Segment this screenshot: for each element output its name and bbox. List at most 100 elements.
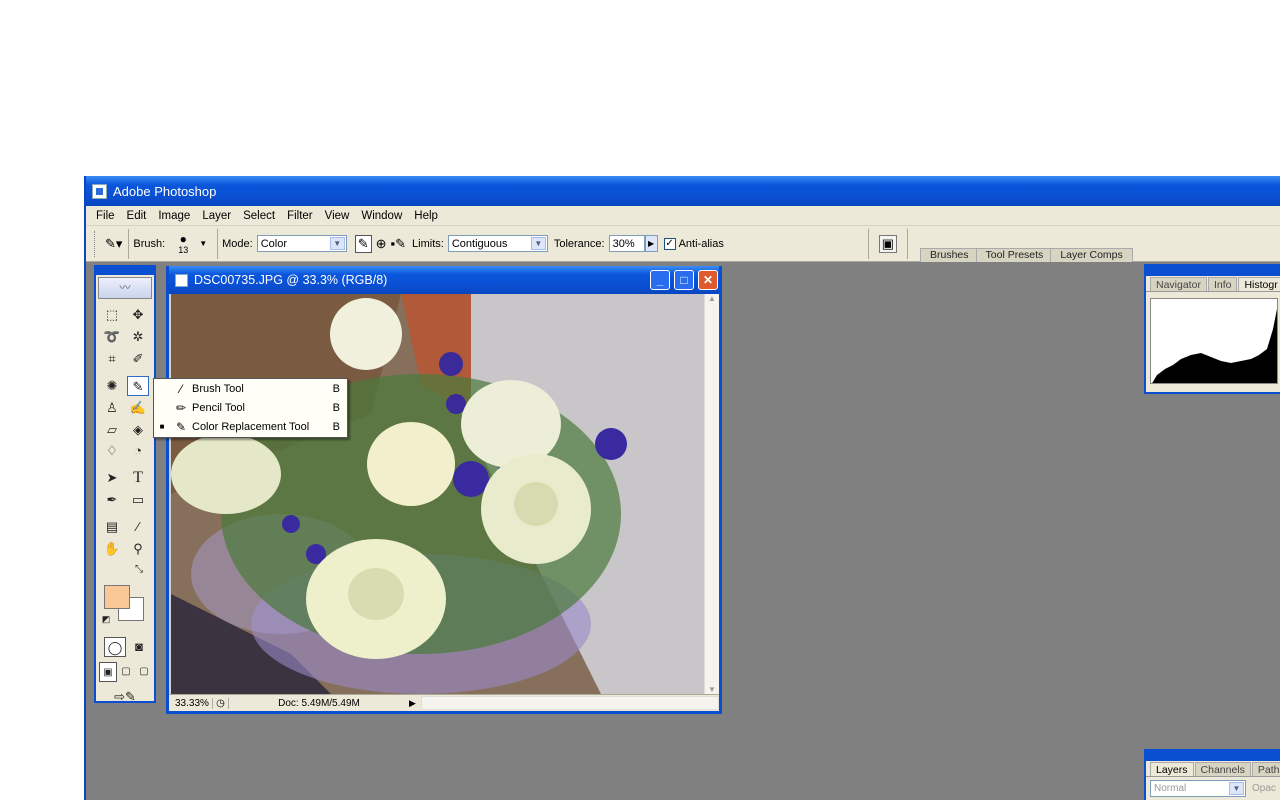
maximize-button[interactable]: □ (674, 270, 694, 290)
flyout-item-pencil-tool[interactable]: ✏ Pencil Tool B (154, 398, 347, 417)
doc-size-info: Doc: 5.49M/5.49M (278, 697, 360, 709)
blend-mode-select[interactable]: Normal ▼ (1150, 780, 1246, 797)
menubar: File Edit Image Layer Select Filter View… (86, 206, 1280, 226)
paint-bucket-tool-icon[interactable]: ◈ (127, 420, 149, 440)
image-canvas[interactable] (171, 294, 704, 694)
document-titlebar[interactable]: DSC00735.JPG @ 33.3% (RGB/8) _ □ ✕ (169, 266, 719, 294)
tab-paths[interactable]: Paths (1251, 762, 1280, 776)
healing-brush-tool-icon[interactable]: ✺ (101, 376, 123, 396)
limits-label: Limits: (412, 237, 444, 250)
menu-view[interactable]: View (319, 210, 356, 222)
tab-channels[interactable]: Channels (1194, 762, 1251, 776)
slice-tool-icon[interactable]: ✐ (127, 349, 149, 369)
screen-mode-standard-icon[interactable]: ▣ (99, 662, 117, 682)
options-grip[interactable] (94, 230, 97, 257)
brush-picker[interactable]: ● 13 (173, 233, 193, 255)
clone-stamp-tool-icon[interactable]: ♙ (101, 398, 123, 418)
scroll-down-icon[interactable]: ▼ (705, 685, 719, 694)
standard-mode-icon[interactable]: ◯ (104, 637, 126, 657)
hand-tool-icon[interactable]: ✋ (101, 539, 123, 559)
sampling-once-icon[interactable]: ⊕ (376, 236, 387, 252)
panel-tabs: Navigator Info Histogr (1146, 276, 1280, 292)
photoshop-app-icon (92, 183, 107, 199)
well-tab-layer-comps[interactable]: Layer Comps (1050, 247, 1133, 262)
scroll-up-icon[interactable]: ▲ (705, 294, 719, 303)
well-tab-brushes[interactable]: Brushes (920, 247, 979, 262)
rectangle-tool-icon[interactable]: ▭ (127, 490, 149, 510)
close-button[interactable]: ✕ (698, 270, 718, 290)
sampling-background-swatch-icon[interactable]: ▪✎ (391, 236, 407, 252)
limits-select[interactable]: Contiguous ▼ (447, 235, 548, 252)
brush-dropdown-icon[interactable]: ▼ (199, 239, 207, 248)
color-replacement-tool-icon[interactable]: ✎ (127, 376, 149, 396)
magic-wand-tool-icon[interactable]: ✲ (127, 327, 149, 347)
vertical-scrollbar[interactable]: ▲ ▼ (704, 294, 719, 694)
lasso-tool-icon[interactable]: ➰ (101, 327, 123, 347)
flyout-shortcut: B (332, 382, 340, 395)
tolerance-input[interactable]: 30% (608, 235, 645, 252)
mode-select[interactable]: Color ▼ (256, 235, 347, 252)
status-preview-icon[interactable]: ◷ (213, 697, 229, 709)
swap-colors-icon[interactable]: ⤡ (132, 563, 146, 577)
menu-help[interactable]: Help (408, 210, 444, 222)
flyout-item-color-replacement-tool[interactable]: ■ ✎ Color Replacement Tool B (154, 417, 347, 436)
tab-navigator[interactable]: Navigator (1150, 277, 1207, 291)
notes-tool-icon[interactable]: ▤ (101, 517, 123, 537)
tolerance-slider-arrow-icon[interactable]: ▶ (644, 235, 658, 252)
pen-tool-icon[interactable]: ✒ (101, 490, 123, 510)
photoshop-window: Adobe Photoshop File Edit Image Layer Se… (84, 176, 1280, 800)
panel-tabs: Layers Channels Paths (1146, 761, 1280, 777)
document-title: DSC00735.JPG @ 33.3% (RGB/8) (194, 273, 388, 287)
mode-value: Color (260, 237, 288, 250)
adobe-feather-icon[interactable]: 〰 (98, 277, 152, 299)
well-tab-tool-presets[interactable]: Tool Presets (975, 247, 1054, 262)
sampling-continuous-icon[interactable]: ✎ (354, 234, 372, 253)
quick-mask-mode-icon[interactable]: ◙ (128, 637, 150, 657)
menu-layer[interactable]: Layer (196, 210, 237, 222)
type-tool-icon[interactable]: T (127, 468, 149, 488)
horizontal-scrollbar[interactable] (421, 696, 719, 710)
move-tool-icon[interactable]: ✥ (127, 305, 149, 325)
eraser-tool-icon[interactable]: ▱ (101, 420, 123, 440)
blur-tool-icon[interactable]: ♢ (101, 441, 123, 461)
antialias-checkbox[interactable]: ✓ (663, 237, 676, 250)
layers-panel: Layers Channels Paths Normal ▼ Opac (1144, 749, 1280, 800)
eyedropper-tool-icon[interactable]: ⁄ (127, 517, 149, 537)
minimize-button[interactable]: _ (650, 270, 670, 290)
palette-toggle-icon[interactable]: ▣ (878, 234, 897, 253)
flyout-shortcut: B (332, 401, 340, 414)
flower-photo (171, 294, 704, 694)
marquee-tool-icon[interactable]: ⬚ (101, 305, 123, 325)
default-colors-icon[interactable]: ◩ (100, 613, 112, 625)
pencil-icon: ✏ (175, 400, 187, 415)
document-window: DSC00735.JPG @ 33.3% (RGB/8) _ □ ✕ ▲ ▼ 3… (166, 266, 722, 714)
crop-tool-icon[interactable]: ⌗ (101, 349, 123, 369)
tab-info[interactable]: Info (1207, 277, 1238, 291)
tab-layers[interactable]: Layers (1150, 762, 1194, 776)
tab-histogram[interactable]: Histogr (1238, 277, 1280, 291)
jump-to-imageready-icon[interactable]: ⇨✎ (101, 687, 149, 707)
status-menu-arrow-icon[interactable]: ▶ (409, 698, 421, 709)
menu-filter[interactable]: Filter (281, 210, 319, 222)
flyout-label: Brush Tool (192, 382, 244, 395)
flyout-item-brush-tool[interactable]: ⁄ Brush Tool B (154, 379, 347, 398)
path-selection-tool-icon[interactable]: ➤ (101, 468, 123, 488)
zoom-level[interactable]: 33.33% (169, 697, 213, 709)
menu-window[interactable]: Window (355, 210, 408, 222)
layers-controls: Normal ▼ Opac (1146, 780, 1280, 797)
menu-image[interactable]: Image (152, 210, 196, 222)
menu-file[interactable]: File (90, 210, 121, 222)
zoom-tool-icon[interactable]: ⚲ (127, 539, 149, 559)
menu-select[interactable]: Select (237, 210, 281, 222)
foreground-color-swatch[interactable] (104, 585, 130, 609)
navigator-panel: Navigator Info Histogr (1144, 264, 1280, 394)
screen-mode-full-menu-icon[interactable]: ▢ (117, 662, 135, 682)
history-brush-tool-icon[interactable]: ✍ (127, 398, 149, 418)
chevron-down-icon: ▼ (530, 237, 546, 250)
dodge-tool-icon[interactable]: ◔ (127, 441, 149, 461)
divider (907, 228, 908, 259)
menu-edit[interactable]: Edit (121, 210, 153, 222)
divider (128, 228, 130, 259)
screen-mode-full-icon[interactable]: ▢ (135, 662, 153, 682)
tool-preset-picker-icon[interactable]: ✎▾ (105, 236, 122, 252)
